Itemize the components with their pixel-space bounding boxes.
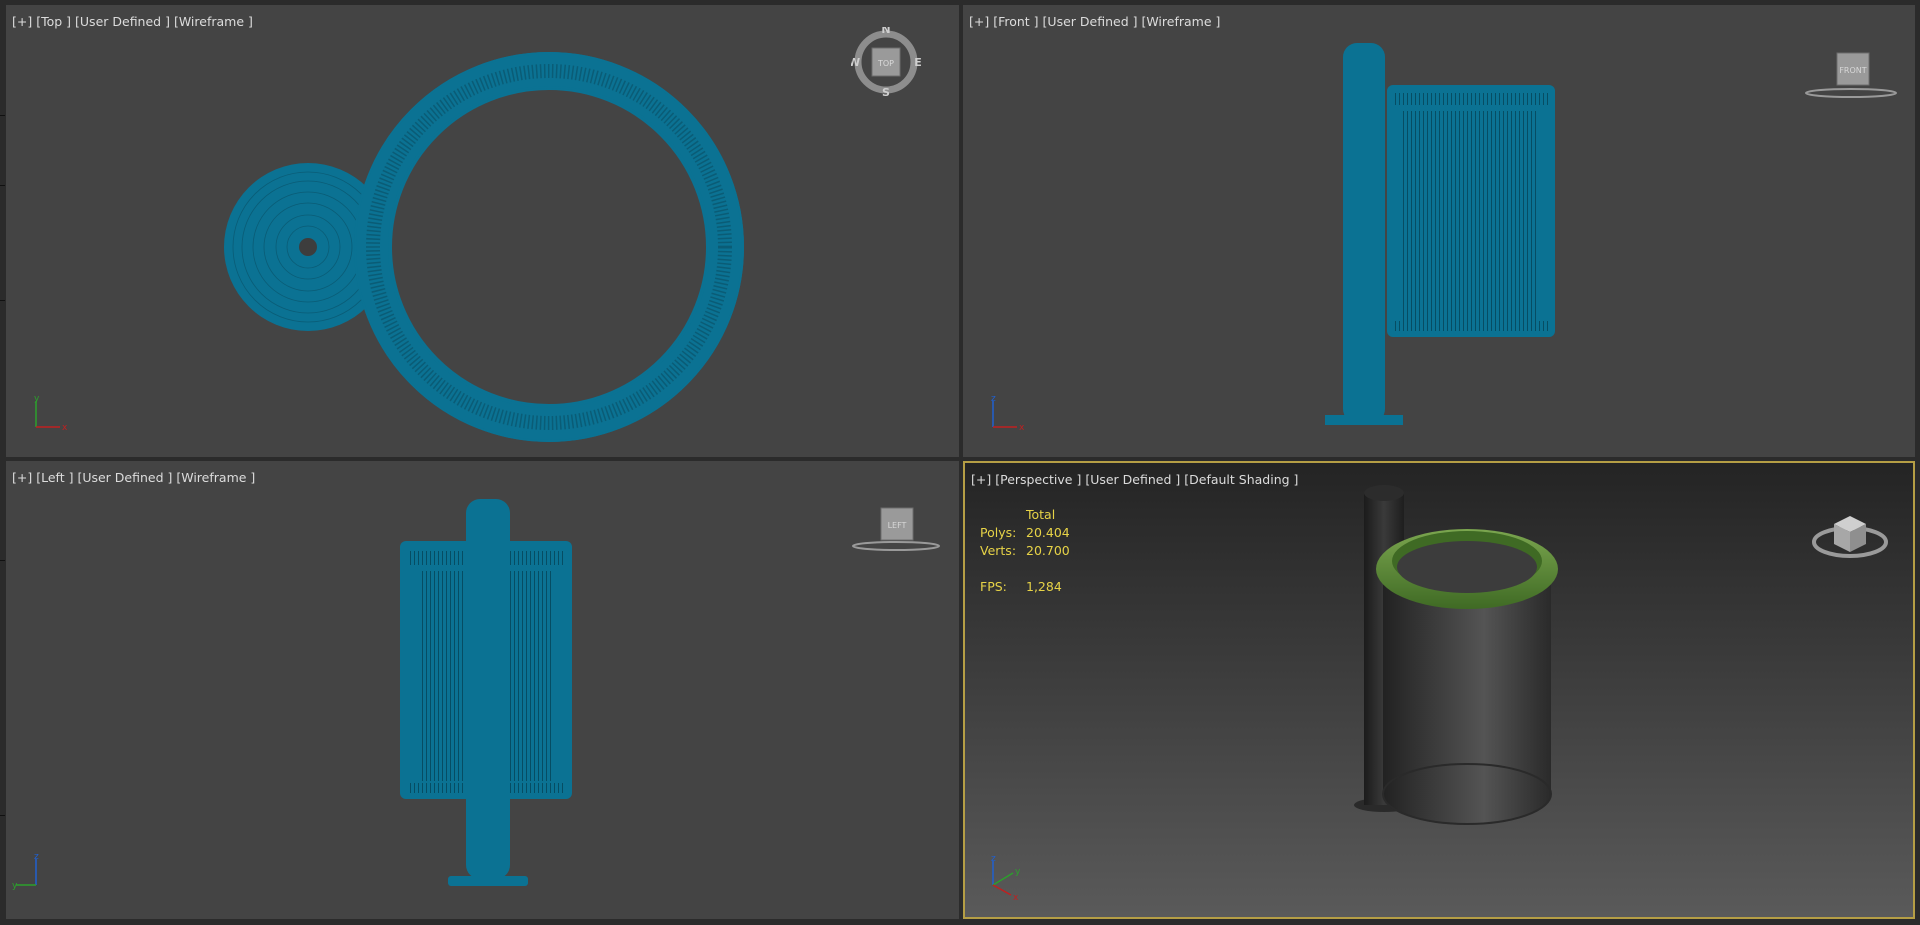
edge-tick — [0, 300, 5, 301]
axis-tripod-icon: z x — [991, 394, 1025, 433]
svg-text:z: z — [991, 394, 996, 404]
post — [1343, 43, 1385, 423]
lid-hole — [299, 238, 317, 256]
edge-tick — [0, 815, 5, 816]
svg-text:x: x — [62, 423, 68, 433]
viewport-left[interactable]: [+] [Left ] [User Defined ] [Wireframe ]… — [6, 461, 959, 919]
edge-tick — [0, 560, 5, 561]
left-edge-strip — [0, 0, 5, 925]
svg-text:y: y — [1015, 867, 1021, 877]
viewcube-front[interactable]: FRONT — [1803, 50, 1898, 100]
post-base — [1325, 415, 1403, 425]
compass-s: S — [882, 86, 890, 97]
compass-n: N — [881, 27, 890, 36]
viewport-top[interactable]: [+] [Top ] [User Defined ] [Wireframe ] — [6, 5, 959, 457]
svg-text:z: z — [991, 854, 996, 864]
cube-face-label: FRONT — [1839, 66, 1866, 75]
svg-text:x: x — [1013, 893, 1019, 903]
axis-tripod-icon: y x — [34, 394, 68, 433]
edge-tick — [0, 115, 5, 116]
front-view-wireframe — [1325, 43, 1555, 425]
viewcube-top[interactable]: TOP N S E W — [848, 23, 922, 99]
perspective-render — [1354, 485, 1558, 825]
svg-text:z: z — [34, 852, 39, 862]
viewcube-left[interactable]: LEFT — [851, 506, 941, 556]
axis-tripod-icon: z y — [12, 852, 39, 891]
compass-e: E — [914, 56, 921, 69]
viewcube-perspective[interactable] — [1810, 498, 1890, 568]
cube-face-label: TOP — [877, 59, 894, 68]
compass-w: W — [851, 56, 860, 69]
top-view-wireframe — [224, 52, 744, 442]
svg-text:y: y — [34, 394, 40, 404]
axis-tripod-icon: z y x — [991, 854, 1021, 903]
edge-tick — [0, 185, 5, 186]
viewport-perspective[interactable]: [+] [Perspective ] [User Defined ] [Defa… — [963, 461, 1915, 919]
post-base — [448, 876, 528, 886]
left-view-wireframe — [400, 499, 572, 886]
post — [466, 499, 510, 879]
cube-face-label: LEFT — [888, 521, 907, 530]
bin-ring — [354, 52, 744, 442]
svg-text:y: y — [12, 881, 18, 891]
viewport-front[interactable]: [+] [Front ] [User Defined ] [Wireframe … — [963, 5, 1915, 457]
svg-text:x: x — [1019, 423, 1025, 433]
